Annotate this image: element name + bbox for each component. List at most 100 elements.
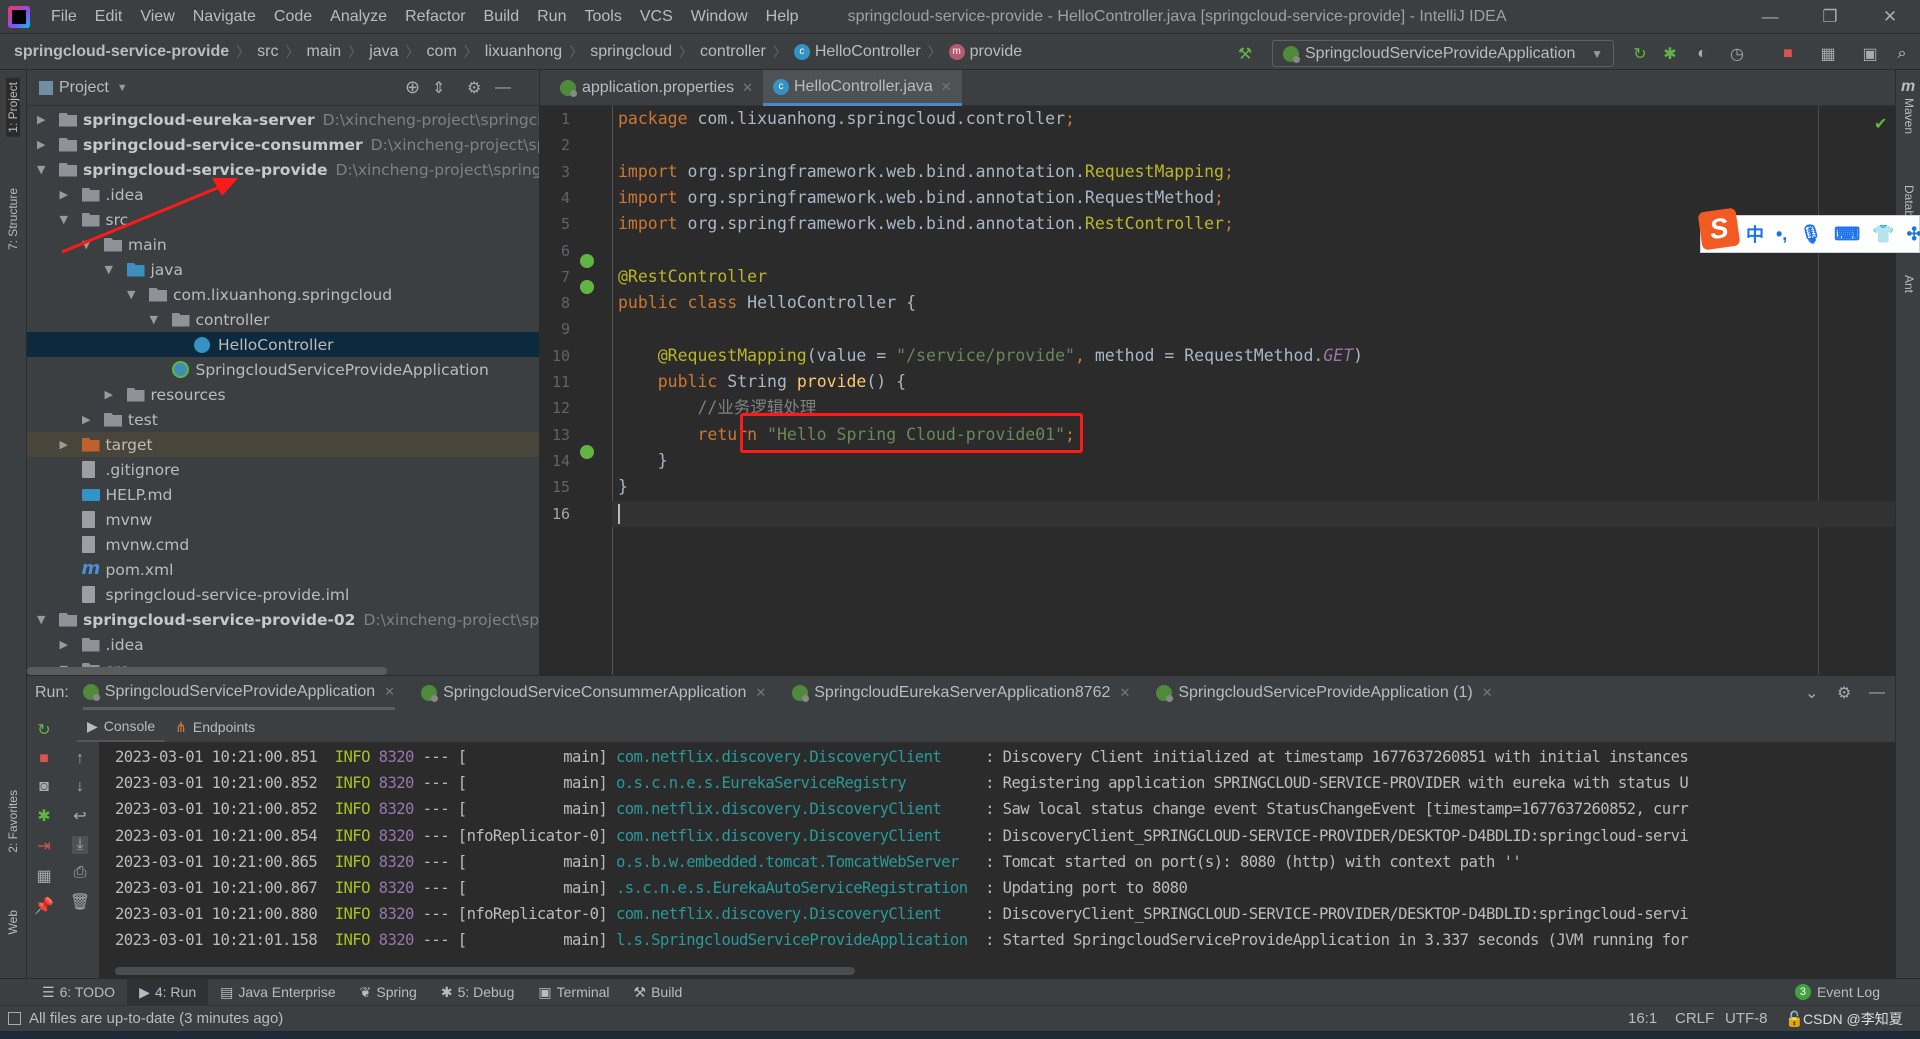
search-icon[interactable]: ⌕ bbox=[1892, 44, 1912, 64]
debug-bug-icon[interactable]: ✱ bbox=[1660, 44, 1680, 64]
rerun-icon[interactable]: ↻ bbox=[37, 720, 50, 740]
run-tab[interactable]: SpringcloudServiceConsummerApplication ✕ bbox=[421, 676, 766, 710]
breadcrumb-item[interactable]: src 〉 bbox=[257, 42, 306, 62]
close-tab-icon[interactable]: ✕ bbox=[1482, 685, 1493, 701]
lock-icon[interactable]: 🔓 bbox=[1785, 1010, 1804, 1028]
close-tab-icon[interactable]: ✕ bbox=[755, 685, 766, 701]
tool-window-favorites[interactable]: 2: Favorites bbox=[6, 790, 20, 853]
tree-item[interactable]: ▶ resources bbox=[27, 382, 539, 407]
gear-icon[interactable]: ⚙ bbox=[1837, 683, 1851, 703]
tree-item[interactable]: ▼ java bbox=[27, 257, 539, 282]
tree-item[interactable]: SpringcloudServiceProvideApplication bbox=[27, 357, 539, 382]
stop-icon[interactable]: ■ bbox=[39, 750, 49, 768]
event-log-button[interactable]: 3 Event Log bbox=[1794, 984, 1880, 1000]
expanded-arrow-icon[interactable]: ▼ bbox=[105, 263, 113, 276]
collapsed-arrow-icon[interactable]: ▶ bbox=[60, 638, 68, 651]
menu-refactor[interactable]: Refactor bbox=[396, 8, 474, 26]
spring-bean-gutter-icon[interactable] bbox=[580, 254, 594, 268]
tree-item[interactable]: ▼ springcloud-service-provide-02 D:\xinche… bbox=[27, 607, 539, 632]
tree-item[interactable]: HelloController bbox=[27, 332, 539, 357]
chevron-down-icon[interactable]: ⌄ bbox=[1805, 683, 1818, 703]
line-separator[interactable]: CRLF bbox=[1675, 1010, 1714, 1027]
run-tab[interactable]: SpringcloudServiceProvideApplication ✕ bbox=[82, 676, 396, 710]
menu-help[interactable]: Help bbox=[757, 8, 808, 26]
breadcrumb-item[interactable]: springcloud-service-provide 〉 bbox=[14, 42, 257, 62]
menu-run[interactable]: Run bbox=[528, 8, 575, 26]
run-configuration-select[interactable]: SpringcloudServiceProvideApplication ▼ bbox=[1272, 40, 1614, 67]
tree-item[interactable]: ▶ springcloud-eureka-server D:\xincheng-pr… bbox=[27, 107, 539, 132]
tool-window-ant[interactable]: Ant bbox=[1902, 275, 1916, 293]
trash-icon[interactable]: 🗑 bbox=[70, 892, 90, 912]
request-mapping-gutter-icon[interactable] bbox=[580, 445, 594, 459]
close-tab-icon[interactable]: ✕ bbox=[941, 79, 952, 95]
menu-view[interactable]: View bbox=[131, 8, 183, 26]
file-encoding[interactable]: UTF-8 bbox=[1725, 1010, 1768, 1027]
exit-icon[interactable]: ⇥ bbox=[37, 836, 50, 856]
collapse-all-icon[interactable]: ⇕ bbox=[432, 78, 445, 98]
tree-item[interactable]: ▶ test bbox=[27, 407, 539, 432]
hide-icon[interactable]: — bbox=[1869, 684, 1885, 702]
menu-analyze[interactable]: Analyze bbox=[321, 8, 396, 26]
editor-tab[interactable]: c HelloController.java ✕ bbox=[763, 70, 962, 106]
profile-icon[interactable]: ◷ bbox=[1727, 44, 1747, 64]
down-arrow-icon[interactable]: ↓ bbox=[76, 778, 84, 796]
tool-window-button[interactable]: ▤ Java Enterprise bbox=[208, 979, 348, 1006]
breadcrumb-item[interactable]: c HelloController 〉 bbox=[793, 42, 949, 62]
pin-icon[interactable]: 📌 bbox=[34, 896, 54, 916]
collapsed-arrow-icon[interactable]: ▶ bbox=[105, 388, 113, 401]
close-tab-icon[interactable]: ✕ bbox=[1119, 685, 1130, 701]
layout-icon[interactable]: ▦ bbox=[36, 866, 51, 886]
print-icon[interactable]: ⎙ bbox=[74, 864, 87, 882]
tool-window-web[interactable]: Web bbox=[6, 910, 20, 934]
soft-wrap-icon[interactable]: ↩ bbox=[73, 806, 86, 826]
collapsed-arrow-icon[interactable]: ▶ bbox=[60, 188, 68, 201]
restore-button[interactable]: ❐ bbox=[1800, 0, 1860, 34]
breadcrumb-item[interactable]: com 〉 bbox=[427, 42, 485, 62]
breadcrumb-item[interactable]: m provide bbox=[948, 42, 1022, 62]
tool-window-project[interactable]: 1: Project bbox=[6, 78, 20, 137]
gear-icon[interactable]: ⚙ bbox=[467, 78, 481, 98]
tree-item[interactable]: ▼ main bbox=[27, 232, 539, 257]
close-window-button[interactable]: ✕ bbox=[1860, 0, 1920, 34]
tree-item[interactable]: ▼ com.lixuanhong.springcloud bbox=[27, 282, 539, 307]
tree-item[interactable]: ▼ src bbox=[27, 207, 539, 232]
run-tab[interactable]: SpringcloudServiceProvideApplication (1)… bbox=[1156, 676, 1493, 710]
menu-tools[interactable]: Tools bbox=[575, 8, 630, 26]
skin-shirt-icon[interactable]: 👕 bbox=[1872, 224, 1894, 245]
run-tab[interactable]: SpringcloudEurekaServerApplication8762 ✕ bbox=[792, 676, 1130, 710]
ime-mode[interactable]: 中 bbox=[1746, 221, 1764, 247]
collapsed-arrow-icon[interactable]: ▶ bbox=[37, 113, 45, 126]
breadcrumb-item[interactable]: lixuanhong 〉 bbox=[485, 42, 590, 62]
tree-item[interactable]: m pom.xml bbox=[27, 557, 539, 582]
collapsed-arrow-icon[interactable]: ▶ bbox=[60, 438, 68, 451]
tree-item[interactable]: ▶ .idea bbox=[27, 632, 539, 657]
breadcrumb-item[interactable]: java 〉 bbox=[369, 42, 426, 62]
up-arrow-icon[interactable]: ↑ bbox=[76, 750, 84, 768]
build-hammer-icon[interactable]: ⚒ bbox=[1235, 44, 1255, 64]
menu-build[interactable]: Build bbox=[475, 8, 529, 26]
project-structure-icon[interactable]: ▦ bbox=[1818, 44, 1838, 64]
console-tab[interactable]: ▶ Console bbox=[77, 712, 166, 742]
menu-code[interactable]: Code bbox=[265, 8, 321, 26]
menu-file[interactable]: File bbox=[42, 8, 86, 26]
tree-item[interactable]: springcloud-service-provide.iml bbox=[27, 582, 539, 607]
tool-window-maven[interactable]: Maven bbox=[1902, 98, 1916, 134]
tool-window-button[interactable]: ⚒ Build bbox=[622, 979, 695, 1006]
coverage-icon[interactable]: ◐ bbox=[1692, 44, 1712, 64]
tree-item[interactable]: ▶ springcloud-service-consummer D:\xinchen… bbox=[27, 132, 539, 157]
tool-window-button[interactable]: ☰ 6: TODO bbox=[30, 979, 127, 1006]
tool-window-structure[interactable]: 7: Structure bbox=[6, 188, 20, 250]
spring-bean-gutter-icon[interactable] bbox=[580, 280, 594, 294]
stop-icon[interactable]: ■ bbox=[1778, 44, 1798, 64]
presentation-icon[interactable]: ▣ bbox=[1860, 44, 1880, 64]
tool-window-button[interactable]: ❦ Spring bbox=[348, 979, 429, 1006]
keyboard-icon[interactable]: ⌨ bbox=[1834, 224, 1860, 245]
tool-window-button[interactable]: ▶ 4: Run bbox=[127, 978, 209, 1006]
ime-punct[interactable]: •, bbox=[1776, 224, 1787, 245]
expanded-arrow-icon[interactable]: ▼ bbox=[150, 313, 158, 326]
camera-icon[interactable]: ◙ bbox=[39, 778, 49, 796]
tree-item[interactable]: .gitignore bbox=[27, 457, 539, 482]
expanded-arrow-icon[interactable]: ▼ bbox=[60, 213, 68, 226]
close-tab-icon[interactable]: ✕ bbox=[384, 684, 395, 700]
caret-position[interactable]: 16:1 bbox=[1628, 1010, 1657, 1027]
